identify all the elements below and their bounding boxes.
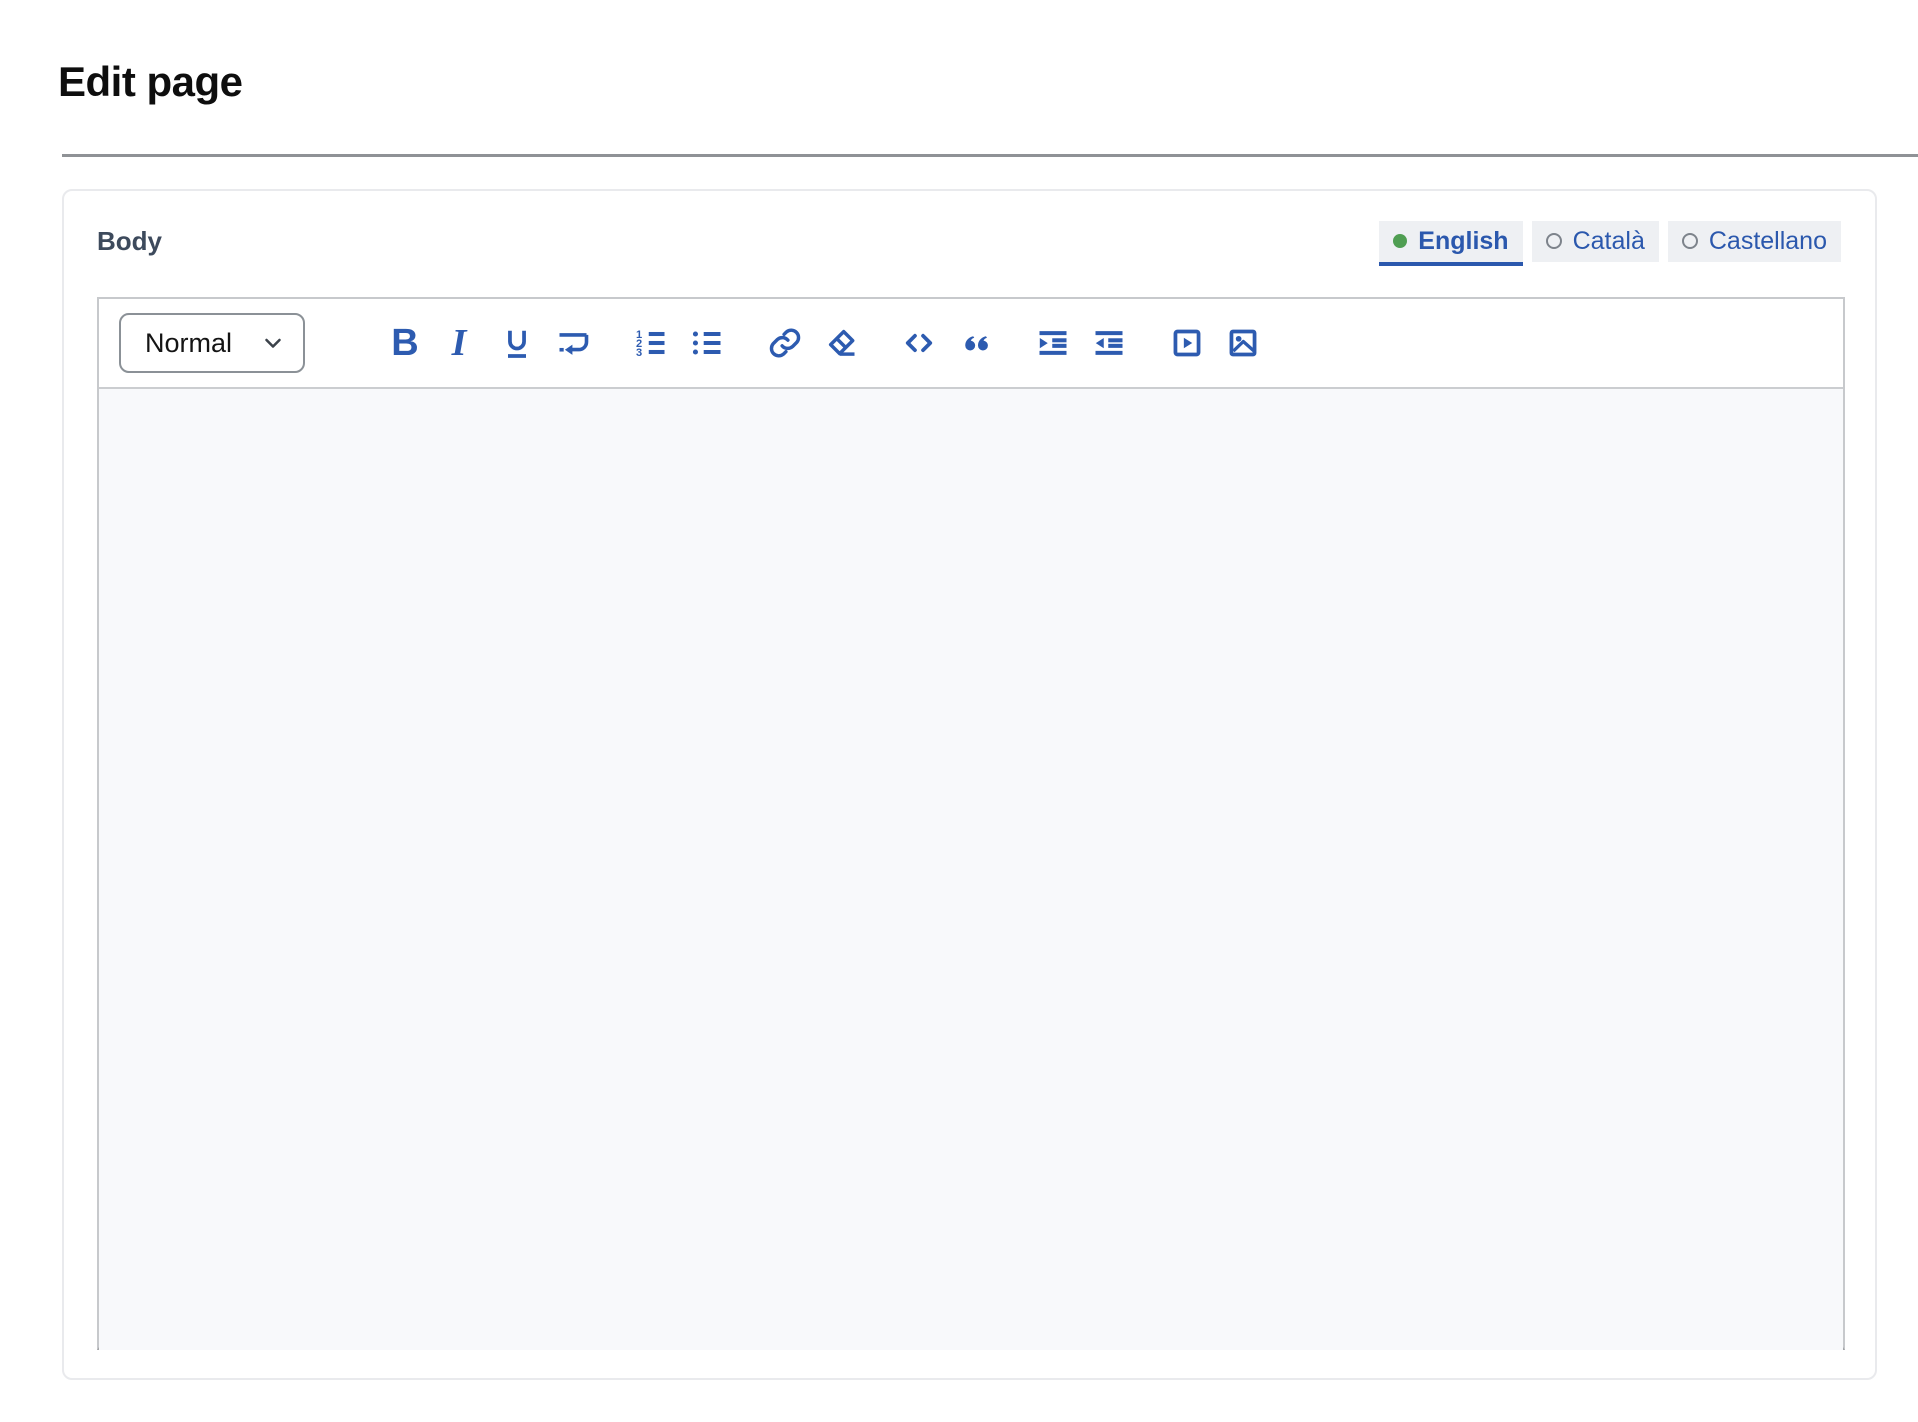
rich-text-editor: Normal B I <box>97 297 1845 1350</box>
ordered-list-button[interactable]: 1 2 3 <box>628 312 674 374</box>
editor-content-area[interactable] <box>99 389 1843 1350</box>
editor-toolbar: Normal B I <box>99 299 1843 389</box>
language-tab-label: English <box>1418 227 1508 256</box>
paragraph-style-dropdown[interactable]: Normal <box>119 313 305 373</box>
link-button[interactable] <box>762 312 808 374</box>
ordered-list-icon: 1 2 3 <box>633 325 669 361</box>
underline-icon <box>499 325 535 361</box>
outdent-icon <box>1091 325 1127 361</box>
language-tab-label: Castellano <box>1709 227 1827 256</box>
panel-header: Body English Català Castellano <box>97 215 1841 267</box>
blockquote-button[interactable] <box>952 312 998 374</box>
language-tab-english[interactable]: English <box>1379 221 1522 262</box>
empty-circle-icon <box>1682 233 1698 249</box>
image-icon <box>1225 325 1261 361</box>
chevron-down-icon <box>261 331 285 355</box>
outdent-button[interactable] <box>1086 312 1132 374</box>
language-tab-catala[interactable]: Català <box>1532 221 1659 262</box>
code-button[interactable] <box>896 312 942 374</box>
language-switcher: English Català Castellano <box>1379 221 1841 262</box>
italic-icon: I <box>452 324 471 362</box>
green-dot-icon <box>1393 234 1407 248</box>
blockquote-icon <box>957 325 993 361</box>
field-label-body: Body <box>97 226 162 257</box>
remove-format-button[interactable] <box>818 312 864 374</box>
bullet-list-icon <box>689 325 725 361</box>
paragraph-style-value: Normal <box>145 328 232 359</box>
empty-circle-icon <box>1546 233 1562 249</box>
code-icon <box>901 325 937 361</box>
image-button[interactable] <box>1220 312 1266 374</box>
body-field-panel: Body English Català Castellano Normal <box>62 189 1877 1380</box>
media-play-icon <box>1169 325 1205 361</box>
bold-icon: B <box>391 324 418 362</box>
italic-button[interactable]: I <box>438 312 484 374</box>
indent-icon <box>1035 325 1071 361</box>
eraser-icon <box>823 325 859 361</box>
link-icon <box>767 325 803 361</box>
title-divider <box>62 154 1918 157</box>
bold-button[interactable]: B <box>382 312 428 374</box>
language-tab-castellano[interactable]: Castellano <box>1668 221 1841 262</box>
media-embed-button[interactable] <box>1164 312 1210 374</box>
line-wrap-button[interactable] <box>550 312 596 374</box>
svg-text:3: 3 <box>636 347 642 359</box>
line-wrap-icon <box>555 325 591 361</box>
language-tab-label: Català <box>1573 227 1645 256</box>
underline-button[interactable] <box>494 312 540 374</box>
bullet-list-button[interactable] <box>684 312 730 374</box>
indent-button[interactable] <box>1030 312 1076 374</box>
page-title: Edit page <box>58 58 243 106</box>
